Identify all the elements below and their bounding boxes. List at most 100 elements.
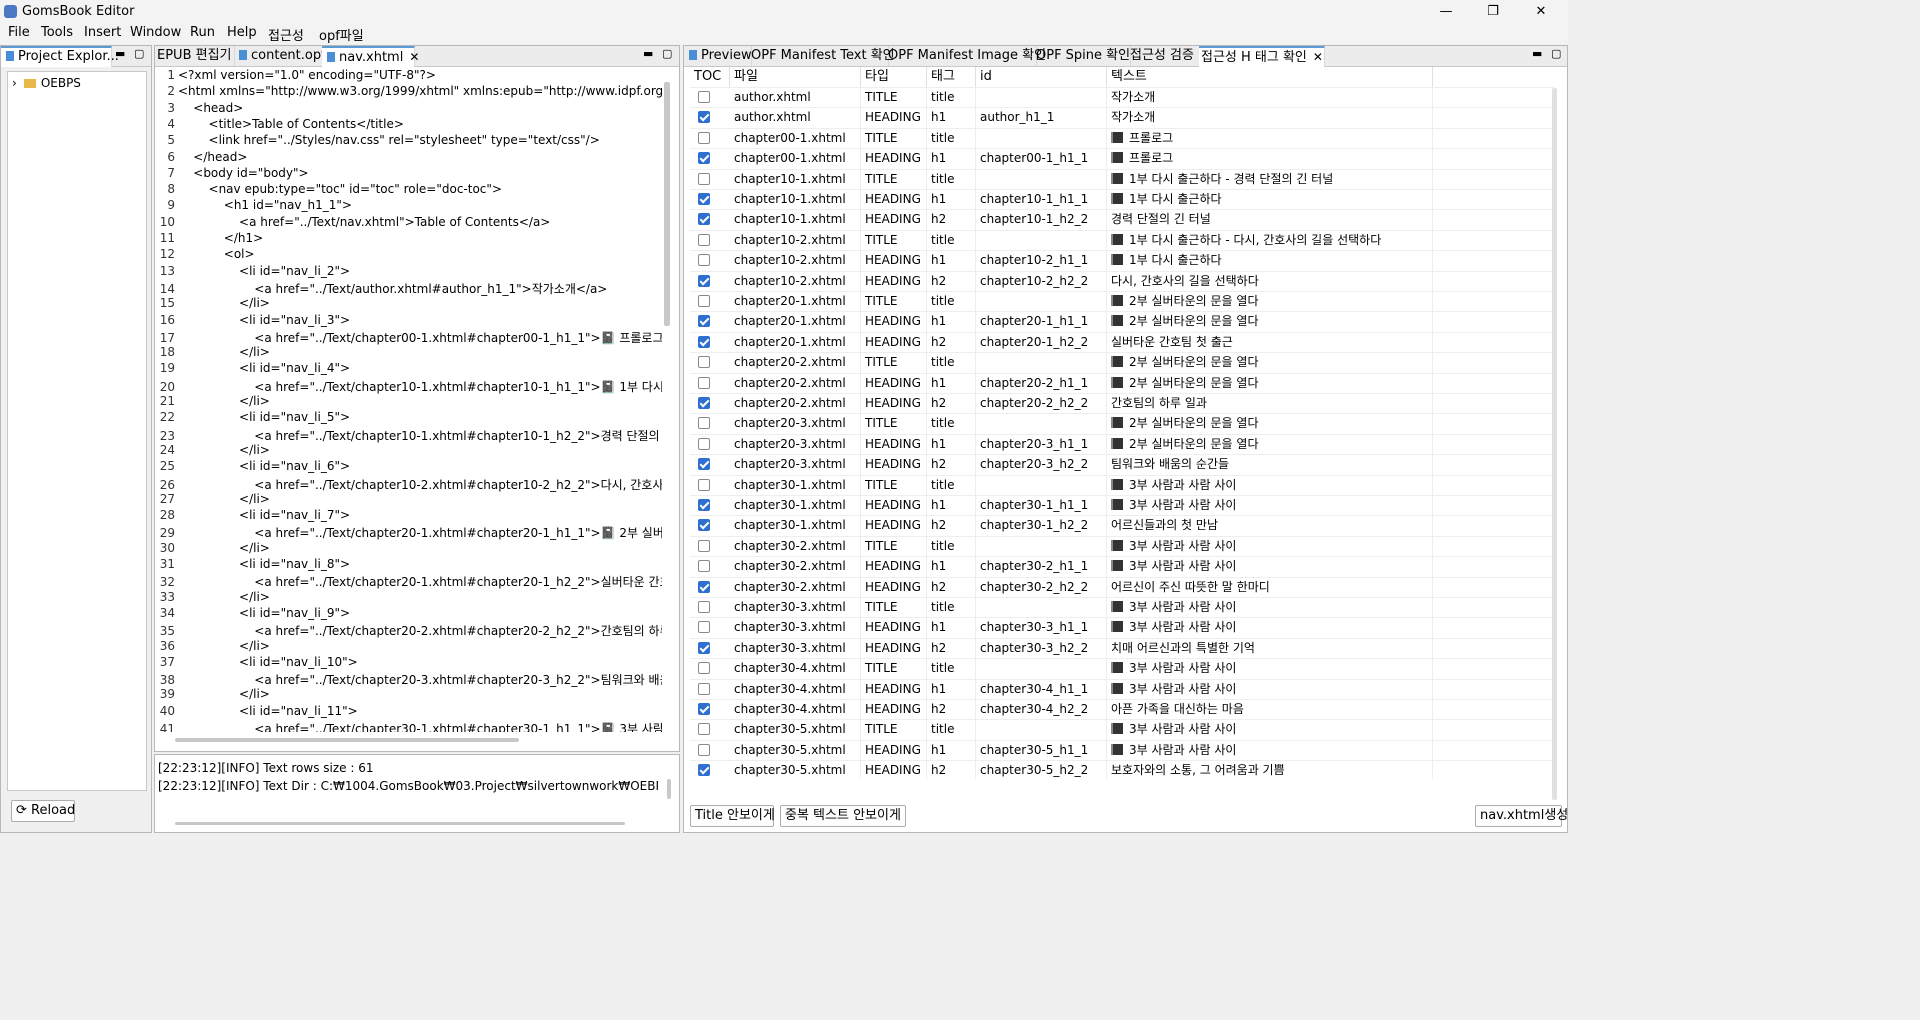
- toc-checkbox[interactable]: [698, 152, 710, 165]
- toc-checkbox[interactable]: [698, 580, 710, 593]
- code-line[interactable]: 30 </li>: [156, 541, 270, 557]
- close-window-button[interactable]: ✕: [1531, 3, 1551, 21]
- code-line[interactable]: 14 <a href="../Text/author.xhtml#author_…: [156, 280, 608, 296]
- toc-checkbox[interactable]: [698, 295, 710, 307]
- code-editor[interactable]: 1 <?xml version="1.0" encoding="UTF-8"?> 2…: [156, 67, 662, 732]
- column-header-text[interactable]: 텍스트: [1107, 67, 1433, 87]
- tab-nav-xhtml[interactable]: nav.xhtml ✕: [322, 46, 419, 67]
- code-line[interactable]: 22 <li id="nav_li_5">: [156, 410, 350, 426]
- code-line[interactable]: 2 <html xmlns="http://www.w3.org/1999/xht…: [156, 84, 662, 100]
- hide-duplicate-text-button[interactable]: 중복 텍스트 안보이게: [780, 805, 906, 827]
- editor-vertical-scrollbar[interactable]: [664, 82, 670, 326]
- code-line[interactable]: 21 </li>: [156, 394, 270, 410]
- code-line[interactable]: 27 </li>: [156, 492, 270, 508]
- menu-insert[interactable]: Insert: [84, 25, 121, 40]
- table-row[interactable]: chapter30-5.xhtml HEADING h2 chapter30-5_h2…: [690, 760, 1554, 779]
- table-row[interactable]: chapter10-2.xhtml HEADING h2 chapter10-2_h2…: [690, 270, 1554, 292]
- table-vertical-scrollbar[interactable]: [1552, 88, 1557, 800]
- code-line[interactable]: 11 </h1>: [156, 231, 263, 247]
- table-row[interactable]: chapter30-4.xhtml TITLE title 3부 사람과 사람 사이: [690, 658, 1554, 680]
- toc-checkbox[interactable]: [698, 499, 710, 511]
- code-line[interactable]: 5 <link href="../Styles/nav.css" rel="st…: [156, 133, 599, 149]
- table-row[interactable]: chapter30-1.xhtml HEADING h1 chapter30-1_h1…: [690, 495, 1554, 516]
- column-header-toc[interactable]: TOC: [690, 67, 730, 87]
- tab-opf-manifest-image[interactable]: OPF Manifest Image 확인: [886, 46, 1046, 66]
- code-line[interactable]: 26 <a href="../Text/chapter10-2.xhtml#ch…: [156, 476, 662, 492]
- toc-checkbox[interactable]: [698, 254, 710, 267]
- table-row[interactable]: chapter00-1.xhtml TITLE title 프롤로그: [690, 127, 1554, 149]
- code-line[interactable]: 12 <ol>: [156, 247, 255, 263]
- table-row[interactable]: chapter10-1.xhtml TITLE title 1부 다시 출근하다 - …: [690, 168, 1554, 190]
- column-header-id[interactable]: id: [976, 67, 1107, 87]
- code-line[interactable]: 40 <li id="nav_li_11">: [156, 704, 358, 720]
- column-header-type[interactable]: 타입: [861, 67, 927, 87]
- toc-checkbox[interactable]: [698, 193, 710, 205]
- tab-content-opf[interactable]: content.opf: [234, 46, 326, 66]
- code-line[interactable]: 32 <a href="../Text/chapter20-1.xhtml#ch…: [156, 573, 662, 589]
- code-line[interactable]: 41 <a href="../Text/chapter30-1.xhtml#ch…: [156, 720, 662, 732]
- table-row[interactable]: chapter20-3.xhtml HEADING h1 chapter20-3_h1…: [690, 433, 1554, 455]
- code-line[interactable]: 4 <title>Table of Contents</title>: [156, 117, 404, 133]
- toc-checkbox[interactable]: [698, 172, 710, 185]
- table-row[interactable]: chapter30-2.xhtml HEADING h1 chapter30-2_h1…: [690, 556, 1554, 578]
- toc-checkbox[interactable]: [698, 335, 710, 348]
- toc-checkbox[interactable]: [698, 478, 710, 491]
- toc-checkbox[interactable]: [698, 111, 710, 124]
- menu-tools[interactable]: Tools: [41, 25, 73, 40]
- console-vertical-scrollbar[interactable]: [667, 779, 671, 799]
- code-line[interactable]: 13 <li id="nav_li_2">: [156, 264, 350, 280]
- code-line[interactable]: 18 </li>: [156, 345, 270, 361]
- table-row[interactable]: chapter30-3.xhtml HEADING h1 chapter30-3_h1…: [690, 617, 1554, 639]
- table-row[interactable]: chapter10-1.xhtml HEADING h2 chapter10-1_h2…: [690, 209, 1554, 231]
- toc-checkbox[interactable]: [698, 662, 710, 675]
- minimize-view-icon[interactable]: ▬: [1532, 47, 1542, 60]
- menu-help[interactable]: Help: [227, 25, 257, 40]
- table-row[interactable]: chapter20-1.xhtml HEADING h2 chapter20-1_h2…: [690, 331, 1554, 353]
- code-line[interactable]: 28 <li id="nav_li_7">: [156, 508, 350, 524]
- table-row[interactable]: chapter20-1.xhtml TITLE title 2부 실버타운의 문을 열…: [690, 291, 1554, 312]
- tab-h-tag-check[interactable]: 접근성 H 태그 확인 ✕: [1199, 46, 1325, 67]
- generate-nav-button[interactable]: nav.xhtml생성: [1475, 805, 1568, 827]
- toc-checkbox[interactable]: [698, 131, 710, 144]
- toc-checkbox[interactable]: [698, 356, 710, 369]
- code-line[interactable]: 24 </li>: [156, 443, 270, 459]
- table-row[interactable]: chapter20-3.xhtml HEADING h2 chapter20-3_h2…: [690, 454, 1554, 476]
- console-horizontal-scrollbar[interactable]: [175, 822, 625, 825]
- table-row[interactable]: chapter10-2.xhtml HEADING h1 chapter10-2_h1…: [690, 250, 1554, 272]
- table-row[interactable]: chapter00-1.xhtml HEADING h1 chapter00-1_h1…: [690, 148, 1554, 170]
- tab-opf-spine[interactable]: OPF Spine 확인: [1034, 46, 1131, 66]
- menu-file[interactable]: File: [8, 25, 30, 40]
- code-line[interactable]: 10 <a href="../Text/nav.xhtml">Table of …: [156, 215, 551, 231]
- minimize-view-icon[interactable]: ▬: [115, 47, 125, 60]
- tree-item-oebps[interactable]: › OEBPS: [12, 76, 81, 90]
- code-line[interactable]: 3 <head>: [156, 101, 243, 117]
- code-line[interactable]: 25 <li id="nav_li_6">: [156, 459, 350, 475]
- code-line[interactable]: 15 </li>: [156, 296, 270, 312]
- code-line[interactable]: 35 <a href="../Text/chapter20-2.xhtml#ch…: [156, 622, 662, 638]
- code-line[interactable]: 17 <a href="../Text/chapter00-1.xhtml#ch…: [156, 329, 662, 345]
- table-row[interactable]: chapter20-2.xhtml HEADING h2 chapter20-2_h2…: [690, 393, 1554, 414]
- code-line[interactable]: 16 <li id="nav_li_3">: [156, 313, 350, 329]
- table-row[interactable]: author.xhtml HEADING h1 author_h1_1 작가소개: [690, 107, 1554, 129]
- editor-horizontal-scrollbar[interactable]: [175, 738, 519, 742]
- table-row[interactable]: chapter30-3.xhtml HEADING h2 chapter30-3_h2…: [690, 637, 1554, 659]
- toc-checkbox[interactable]: [698, 437, 710, 450]
- toc-checkbox[interactable]: [698, 682, 710, 695]
- close-tab-icon[interactable]: ✕: [409, 50, 419, 64]
- toc-checkbox[interactable]: [698, 397, 710, 409]
- maximize-button[interactable]: ❐: [1483, 3, 1503, 21]
- menu-run[interactable]: Run: [190, 25, 215, 40]
- toc-checkbox[interactable]: [698, 315, 710, 328]
- column-header-tag[interactable]: 태그: [927, 67, 976, 87]
- tab-epub-editor[interactable]: EPUB 편집기: [155, 46, 235, 66]
- reload-button[interactable]: ⟳ Reload: [11, 800, 75, 822]
- toc-checkbox[interactable]: [698, 417, 710, 430]
- table-row[interactable]: chapter20-2.xhtml TITLE title 2부 실버타운의 문을 열…: [690, 352, 1554, 374]
- toc-checkbox[interactable]: [698, 539, 710, 552]
- code-line[interactable]: 39 </li>: [156, 687, 270, 703]
- code-line[interactable]: 33 </li>: [156, 590, 270, 606]
- code-line[interactable]: 36 </li>: [156, 639, 270, 655]
- chevron-right-icon[interactable]: ›: [12, 76, 17, 90]
- toc-checkbox[interactable]: [698, 213, 710, 226]
- menu-window[interactable]: Window: [130, 25, 181, 40]
